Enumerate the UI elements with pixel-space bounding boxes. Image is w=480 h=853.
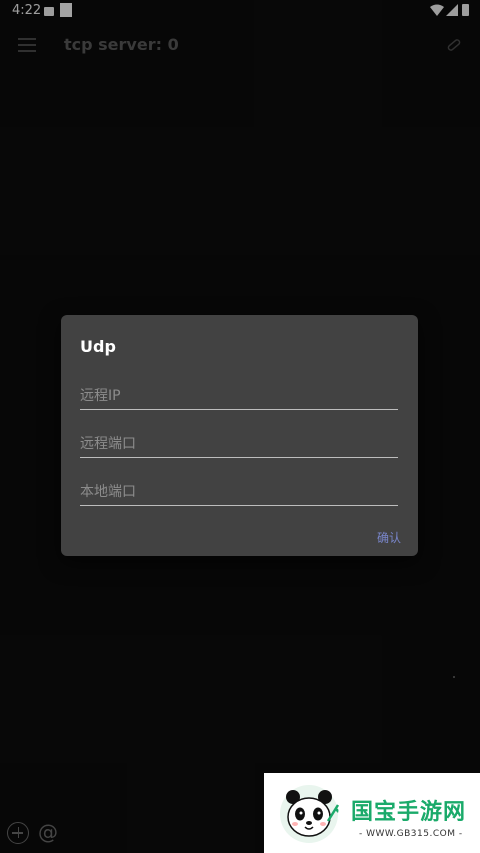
remote-port-placeholder: 远程端口 [80,436,136,452]
watermark-url: - WWW.GB315.COM - [359,829,463,839]
local-port-placeholder: 本地端口 [80,484,136,500]
remote-port-field[interactable]: 远程端口 [80,427,398,458]
confirm-button[interactable]: 确认 [377,529,401,546]
remote-ip-placeholder: 远程IP [80,388,121,404]
watermark: 国宝手游网 - WWW.GB315.COM - [264,773,480,853]
watermark-brand: 国宝手游网 [351,800,467,825]
remote-ip-field[interactable]: 远程IP [80,379,398,410]
panda-logo-icon [280,785,340,843]
local-port-field[interactable]: 本地端口 [80,475,398,506]
udp-dialog: Udp 远程IP 远程端口 本地端口 确认 [61,315,418,556]
dialog-title: Udp [80,337,116,356]
